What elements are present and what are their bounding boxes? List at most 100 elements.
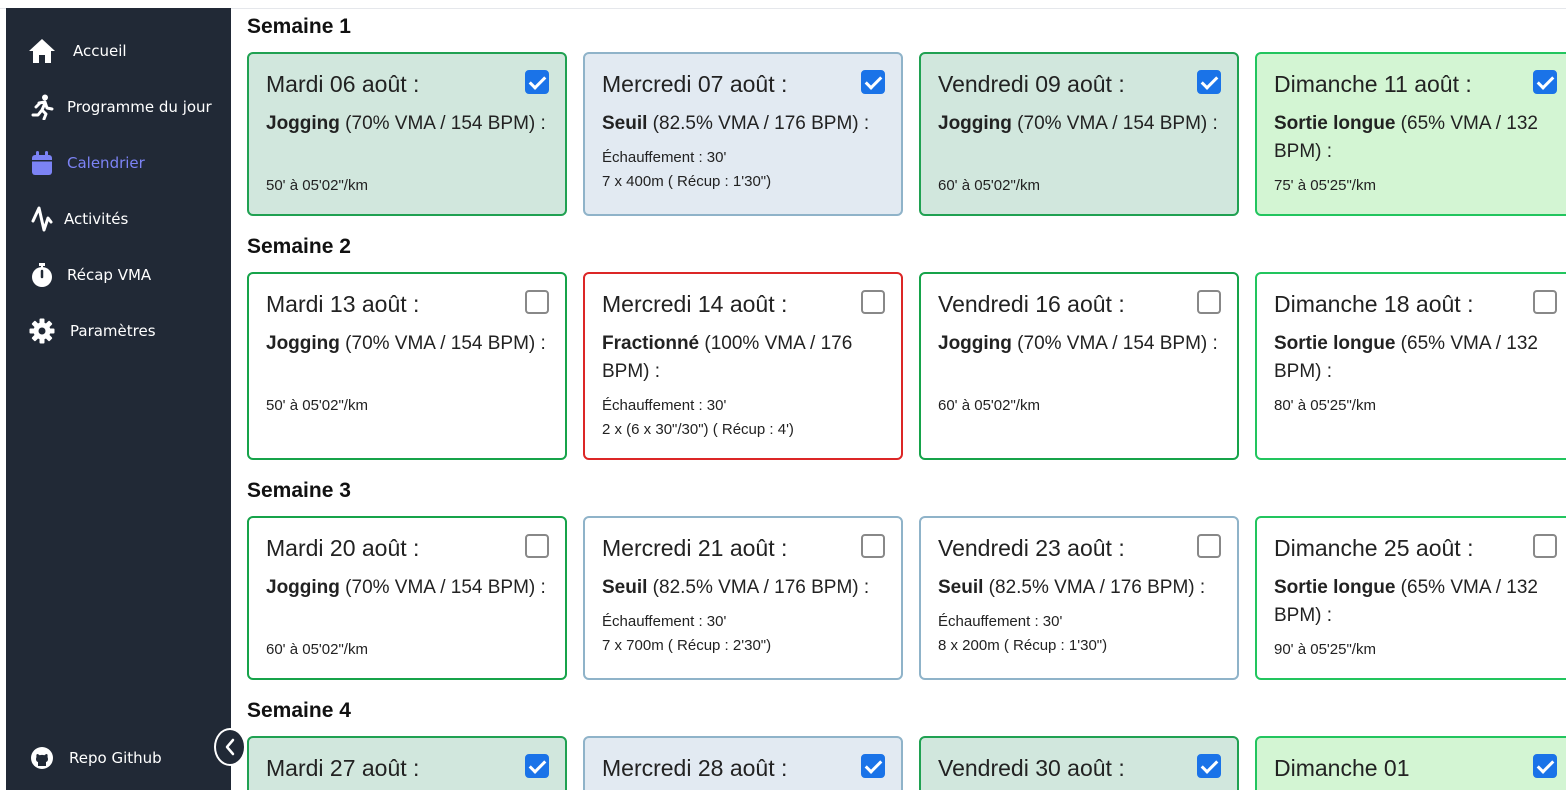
sidebar-item-calendrier[interactable]: Calendrier bbox=[6, 143, 231, 183]
session-type-name: Sortie longue bbox=[1274, 333, 1396, 354]
day-done-checkbox[interactable] bbox=[1197, 534, 1221, 558]
session-type: Seuil (82.5% VMA / 176 BPM) : bbox=[602, 574, 887, 602]
activity-icon bbox=[28, 205, 56, 233]
day-done-checkbox[interactable] bbox=[1533, 754, 1557, 778]
day-done-checkbox[interactable] bbox=[1533, 70, 1557, 94]
session-detail-line: Échauffement : 30' bbox=[602, 613, 727, 630]
session-type-name: Jogging bbox=[938, 333, 1012, 354]
day-card[interactable]: Mardi 13 août : Jogging (70% VMA / 154 B… bbox=[247, 272, 567, 460]
week-title: Semaine 2 bbox=[247, 235, 351, 258]
day-card[interactable]: Mardi 27 août : bbox=[247, 736, 567, 790]
session-details: 80' à 05'25"/km bbox=[1274, 394, 1559, 418]
day-date: Vendredi 09 août : bbox=[938, 71, 1125, 97]
session-details: 50' à 05'02"/km bbox=[266, 394, 551, 418]
home-icon bbox=[28, 37, 56, 65]
session-detail-line: 2 x (6 x 30"/30") ( Récup : 4') bbox=[602, 421, 794, 438]
session-type: Fractionné (100% VMA / 176 BPM) : bbox=[602, 330, 887, 386]
calendar-content: Semaine 1 Mardi 06 août : Jogging (70% V… bbox=[231, 8, 1566, 790]
day-card[interactable]: Vendredi 09 août : Jogging (70% VMA / 15… bbox=[919, 52, 1239, 216]
day-card[interactable]: Mercredi 28 août : bbox=[583, 736, 903, 790]
session-type: Jogging (70% VMA / 154 BPM) : bbox=[266, 574, 551, 602]
sidebar-item-programme-du-jour[interactable]: Programme du jour bbox=[6, 87, 231, 127]
session-type: Sortie longue (65% VMA / 132 BPM) : bbox=[1274, 330, 1559, 386]
session-type: Sortie longue (65% VMA / 132 BPM) : bbox=[1274, 110, 1559, 166]
day-done-checkbox[interactable] bbox=[525, 290, 549, 314]
sidebar-item-repo-github[interactable]: Repo Github bbox=[6, 738, 231, 778]
sidebar-item-accueil[interactable]: Accueil bbox=[6, 31, 231, 71]
day-card[interactable]: Mercredi 21 août : Seuil (82.5% VMA / 17… bbox=[583, 516, 903, 680]
day-done-checkbox[interactable] bbox=[861, 754, 885, 778]
session-type-name: Jogging bbox=[938, 113, 1012, 134]
session-detail-line: 90' à 05'25"/km bbox=[1274, 641, 1376, 658]
day-date: Dimanche 25 août : bbox=[1274, 535, 1474, 561]
sidebar-item-label: Accueil bbox=[73, 42, 127, 60]
session-details: 50' à 05'02"/km bbox=[266, 174, 551, 198]
day-done-checkbox[interactable] bbox=[861, 290, 885, 314]
day-date: Mardi 27 août : bbox=[266, 755, 420, 781]
session-intensity: (82.5% VMA / 176 BPM) : bbox=[647, 577, 870, 598]
session-type: Seuil (82.5% VMA / 176 BPM) : bbox=[602, 110, 887, 138]
session-type: Jogging (70% VMA / 154 BPM) : bbox=[938, 330, 1223, 358]
day-done-checkbox[interactable] bbox=[861, 70, 885, 94]
day-card[interactable]: Mercredi 07 août : Seuil (82.5% VMA / 17… bbox=[583, 52, 903, 216]
day-card[interactable]: Mardi 06 août : Jogging (70% VMA / 154 B… bbox=[247, 52, 567, 216]
session-type-name: Seuil bbox=[938, 577, 984, 598]
sidebar-item-label: Récap VMA bbox=[67, 266, 152, 284]
day-card[interactable]: Dimanche 01 bbox=[1255, 736, 1566, 790]
session-intensity: (82.5% VMA / 176 BPM) : bbox=[983, 577, 1206, 598]
session-details: Échauffement : 30' 8 x 200m ( Récup : 1'… bbox=[938, 610, 1223, 658]
day-date: Dimanche 01 bbox=[1274, 755, 1410, 781]
session-type-name: Jogging bbox=[266, 333, 340, 354]
day-done-checkbox[interactable] bbox=[525, 754, 549, 778]
session-type: Jogging (70% VMA / 154 BPM) : bbox=[938, 110, 1223, 138]
session-type: Sortie longue (65% VMA / 132 BPM) : bbox=[1274, 574, 1559, 630]
day-card[interactable]: Dimanche 11 août : Sortie longue (65% VM… bbox=[1255, 52, 1566, 216]
day-done-checkbox[interactable] bbox=[861, 534, 885, 558]
day-date: Mercredi 14 août : bbox=[602, 291, 788, 317]
sidebar-item-parametres[interactable]: Paramètres bbox=[6, 311, 231, 351]
day-card[interactable]: Vendredi 23 août : Seuil (82.5% VMA / 17… bbox=[919, 516, 1239, 680]
day-card[interactable]: Vendredi 30 août : bbox=[919, 736, 1239, 790]
session-detail-line: 8 x 200m ( Récup : 1'30") bbox=[938, 637, 1108, 654]
session-intensity: (70% VMA / 154 BPM) : bbox=[1011, 333, 1218, 354]
session-intensity: (70% VMA / 154 BPM) : bbox=[1011, 113, 1218, 134]
day-date: Vendredi 30 août : bbox=[938, 755, 1125, 781]
session-details: Échauffement : 30' 7 x 400m ( Récup : 1'… bbox=[602, 146, 887, 194]
session-detail-line: Échauffement : 30' bbox=[602, 149, 727, 166]
sidebar-item-activites[interactable]: Activités bbox=[6, 199, 231, 239]
session-detail-line: Échauffement : 30' bbox=[938, 613, 1063, 630]
session-detail-line: Échauffement : 30' bbox=[602, 397, 727, 414]
sidebar-item-recap-vma[interactable]: Récap VMA bbox=[6, 255, 231, 295]
day-done-checkbox[interactable] bbox=[525, 70, 549, 94]
session-type-name: Jogging bbox=[266, 113, 340, 134]
session-type-name: Sortie longue bbox=[1274, 113, 1396, 134]
day-card[interactable]: Vendredi 16 août : Jogging (70% VMA / 15… bbox=[919, 272, 1239, 460]
session-details: 60' à 05'02"/km bbox=[938, 174, 1223, 198]
day-card[interactable]: Dimanche 18 août : Sortie longue (65% VM… bbox=[1255, 272, 1566, 460]
session-type: Seuil (82.5% VMA / 176 BPM) : bbox=[938, 574, 1223, 602]
gear-icon bbox=[28, 317, 56, 345]
session-detail-line: 7 x 400m ( Récup : 1'30") bbox=[602, 173, 772, 190]
day-date: Mercredi 21 août : bbox=[602, 535, 788, 561]
session-intensity: (70% VMA / 154 BPM) : bbox=[339, 113, 546, 134]
day-done-checkbox[interactable] bbox=[1197, 290, 1221, 314]
week-title: Semaine 4 bbox=[247, 699, 351, 722]
day-done-checkbox[interactable] bbox=[1197, 70, 1221, 94]
calendar-icon bbox=[28, 149, 56, 177]
day-card[interactable]: Dimanche 25 août : Sortie longue (65% VM… bbox=[1255, 516, 1566, 680]
day-card[interactable]: Mardi 20 août : Jogging (70% VMA / 154 B… bbox=[247, 516, 567, 680]
day-done-checkbox[interactable] bbox=[1197, 754, 1221, 778]
session-detail-line: 60' à 05'02"/km bbox=[266, 641, 368, 658]
day-card[interactable]: Mercredi 14 août : Fractionné (100% VMA … bbox=[583, 272, 903, 460]
github-icon bbox=[28, 744, 56, 772]
day-date: Dimanche 11 août : bbox=[1274, 71, 1472, 97]
day-done-checkbox[interactable] bbox=[525, 534, 549, 558]
stopwatch-icon bbox=[28, 261, 56, 289]
day-date: Mercredi 07 août : bbox=[602, 71, 788, 97]
session-type-name: Jogging bbox=[266, 577, 340, 598]
day-date: Vendredi 16 août : bbox=[938, 291, 1125, 317]
day-done-checkbox[interactable] bbox=[1533, 534, 1557, 558]
session-detail-line: 75' à 05'25"/km bbox=[1274, 177, 1376, 194]
day-done-checkbox[interactable] bbox=[1533, 290, 1557, 314]
session-type-name: Fractionné bbox=[602, 333, 700, 354]
